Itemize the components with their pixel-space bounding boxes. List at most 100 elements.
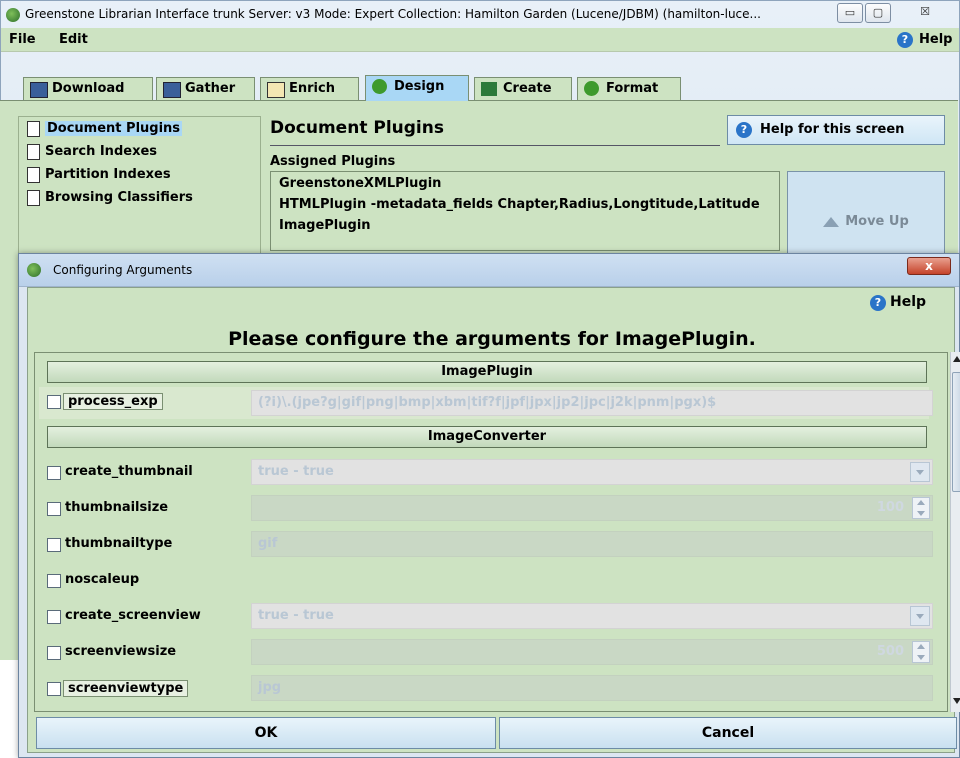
- create-screenview-checkbox[interactable]: [47, 610, 61, 624]
- list-item[interactable]: ImagePlugin: [279, 218, 371, 233]
- document-icon: [27, 121, 40, 137]
- arg-label: screenviewsize: [65, 644, 177, 659]
- stepper-arrows-icon[interactable]: [912, 497, 930, 519]
- assigned-plugins-label: Assigned Plugins: [270, 154, 396, 169]
- document-icon: [27, 190, 40, 206]
- tab-label: Download: [52, 81, 125, 96]
- vertical-scrollbar[interactable]: [950, 352, 960, 712]
- dialog-titlebar: Configuring Arguments x: [19, 254, 959, 287]
- select-value: true - true: [258, 464, 334, 479]
- screenviewtype-checkbox[interactable]: [47, 682, 61, 696]
- process-exp-field[interactable]: (?i)\.(jpe?g|gif|png|bmp|xbm|tif?f|jpf|j…: [251, 390, 933, 416]
- tab-label: Design: [394, 79, 445, 94]
- sidebar-item-browsing-classifiers[interactable]: Browsing Classifiers: [25, 188, 193, 208]
- configuring-arguments-dialog: Configuring Arguments x ? Help Please co…: [18, 253, 960, 758]
- thumbnailsize-stepper[interactable]: 100: [251, 495, 933, 521]
- menu-file[interactable]: File: [9, 32, 36, 47]
- sidebar-item-partition-indexes[interactable]: Partition Indexes: [25, 165, 171, 185]
- arg-label: thumbnailtype: [65, 536, 173, 551]
- sidebar-item-label: Search Indexes: [45, 144, 158, 159]
- list-item[interactable]: GreenstoneXMLPlugin: [279, 176, 441, 191]
- noscaleup-checkbox[interactable]: [47, 574, 61, 588]
- create-thumbnail-checkbox[interactable]: [47, 466, 61, 480]
- dialog-title: Configuring Arguments: [53, 263, 193, 277]
- arrow-up-icon: [823, 216, 840, 227]
- select-value: true - true: [258, 608, 334, 623]
- divider: [270, 145, 720, 146]
- dialog-body: ? Help Please configure the arguments fo…: [27, 287, 960, 753]
- thumbnailtype-field[interactable]: gif: [251, 531, 933, 557]
- gear-icon: [372, 79, 387, 94]
- screenviewtype-field[interactable]: jpg: [251, 675, 933, 701]
- chevron-down-icon[interactable]: [910, 462, 930, 482]
- dialog-heading: Please configure the arguments for Image…: [228, 328, 756, 350]
- screenviewsize-stepper[interactable]: 500: [251, 639, 933, 665]
- move-up-label: Move Up: [845, 214, 909, 229]
- dialog-close-button[interactable]: x: [907, 257, 951, 275]
- create-thumbnail-select[interactable]: true - true: [251, 459, 933, 485]
- document-icon: [27, 167, 40, 183]
- tab-enrich[interactable]: Enrich: [260, 77, 359, 100]
- tab-label: Gather: [185, 81, 236, 96]
- gear-icon: [584, 81, 599, 96]
- sidebar-item-label: Document Plugins: [45, 121, 183, 136]
- minimize-button[interactable]: ▭: [837, 3, 863, 23]
- tab-label: Create: [503, 81, 552, 96]
- sidebar-item-search-indexes[interactable]: Search Indexes: [25, 142, 157, 162]
- tab-design[interactable]: Design: [365, 75, 469, 101]
- section-imageplugin[interactable]: ImagePlugin: [47, 361, 927, 383]
- screenviewsize-checkbox[interactable]: [47, 646, 61, 660]
- menu-help[interactable]: Help: [919, 32, 952, 47]
- maximize-button[interactable]: ▢: [865, 3, 891, 23]
- tab-label: Enrich: [289, 81, 335, 96]
- assigned-plugins-list[interactable]: GreenstoneXMLPlugin HTMLPlugin -metadata…: [270, 171, 780, 251]
- chevron-down-icon[interactable]: [910, 606, 930, 626]
- stepper-arrows-icon[interactable]: [912, 641, 930, 663]
- tab-format[interactable]: Format: [577, 77, 681, 100]
- arg-label: create_screenview: [65, 608, 201, 623]
- scroll-up-icon[interactable]: [953, 356, 960, 362]
- scroll-down-icon[interactable]: [953, 698, 960, 704]
- arg-label: noscaleup: [65, 572, 140, 587]
- sidebar-item-label: Browsing Classifiers: [45, 190, 193, 205]
- download-icon: [30, 82, 48, 98]
- close-window-button[interactable]: ☒: [901, 3, 949, 23]
- create-screenview-select[interactable]: true - true: [251, 603, 933, 629]
- dialog-help-button[interactable]: Help: [890, 294, 926, 310]
- arg-label: create_thumbnail: [65, 464, 193, 479]
- help-for-screen-button[interactable]: ? Help for this screen: [727, 115, 945, 145]
- main-titlebar: Greenstone Librarian Interface trunk Ser…: [1, 1, 959, 29]
- list-item[interactable]: HTMLPlugin -metadata_fields Chapter,Radi…: [279, 197, 760, 212]
- stepper-value: 500: [876, 644, 904, 659]
- gather-icon: [163, 82, 181, 98]
- arguments-panel: ImagePlugin process_exp (?i)\.(jpe?g|gif…: [34, 352, 948, 712]
- sidebar-item-document-plugins[interactable]: Document Plugins: [25, 119, 183, 139]
- arg-label: screenviewtype: [63, 680, 189, 697]
- help-icon: ?: [870, 295, 886, 311]
- menubar: File Edit ? Help: [1, 28, 959, 52]
- create-icon: [481, 82, 497, 96]
- help-icon: ?: [897, 32, 913, 48]
- window-title: Greenstone Librarian Interface trunk Ser…: [25, 7, 761, 21]
- section-imageconverter[interactable]: ImageConverter: [47, 426, 927, 448]
- tab-download[interactable]: Download: [23, 77, 153, 100]
- tab-label: Format: [606, 81, 659, 96]
- process-exp-checkbox[interactable]: [47, 395, 61, 409]
- page-title: Document Plugins: [270, 118, 444, 138]
- help-icon: ?: [736, 122, 752, 138]
- greenstone-app-icon: [6, 8, 20, 22]
- menu-edit[interactable]: Edit: [59, 32, 88, 47]
- document-icon: [27, 144, 40, 160]
- stepper-value: 100: [876, 500, 904, 515]
- arg-label: thumbnailsize: [65, 500, 169, 515]
- thumbnailtype-checkbox[interactable]: [47, 538, 61, 552]
- thumbnailsize-checkbox[interactable]: [47, 502, 61, 516]
- scrollbar-thumb[interactable]: [952, 372, 960, 492]
- arg-label: process_exp: [63, 393, 163, 410]
- tab-gather[interactable]: Gather: [156, 77, 255, 100]
- greenstone-app-icon: [27, 263, 41, 277]
- enrich-icon: [267, 82, 285, 98]
- ok-button[interactable]: OK: [36, 717, 496, 749]
- tab-create[interactable]: Create: [474, 77, 572, 100]
- cancel-button[interactable]: Cancel: [499, 717, 957, 749]
